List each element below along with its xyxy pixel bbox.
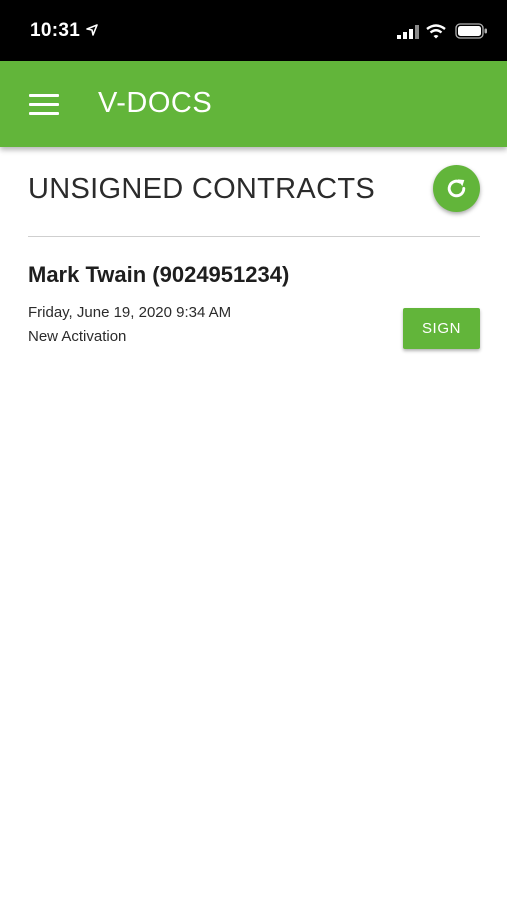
contract-customer-name: Mark Twain (9024951234) [28, 262, 290, 287]
divider [28, 236, 480, 237]
status-time: 10:31 [30, 20, 81, 41]
contract-list-item: Mark Twain (9024951234) Friday, June 19,… [0, 250, 507, 360]
hamburger-menu-icon[interactable] [29, 94, 59, 116]
location-arrow-icon [86, 24, 98, 36]
refresh-icon [447, 179, 466, 198]
status-bar: 10:31 [0, 0, 507, 61]
refresh-button[interactable] [433, 165, 480, 212]
battery-icon [455, 23, 487, 39]
cellular-signal-icon [397, 25, 419, 39]
wifi-icon [426, 24, 446, 39]
app-title: V-DOCS [98, 87, 213, 119]
app-bar: V-DOCS [0, 61, 507, 147]
sign-button[interactable]: SIGN [403, 308, 480, 349]
contract-type: New Activation [28, 328, 127, 345]
page-title: UNSIGNED CONTRACTS [28, 173, 375, 205]
contract-date: Friday, June 19, 2020 9:34 AM [28, 304, 232, 321]
